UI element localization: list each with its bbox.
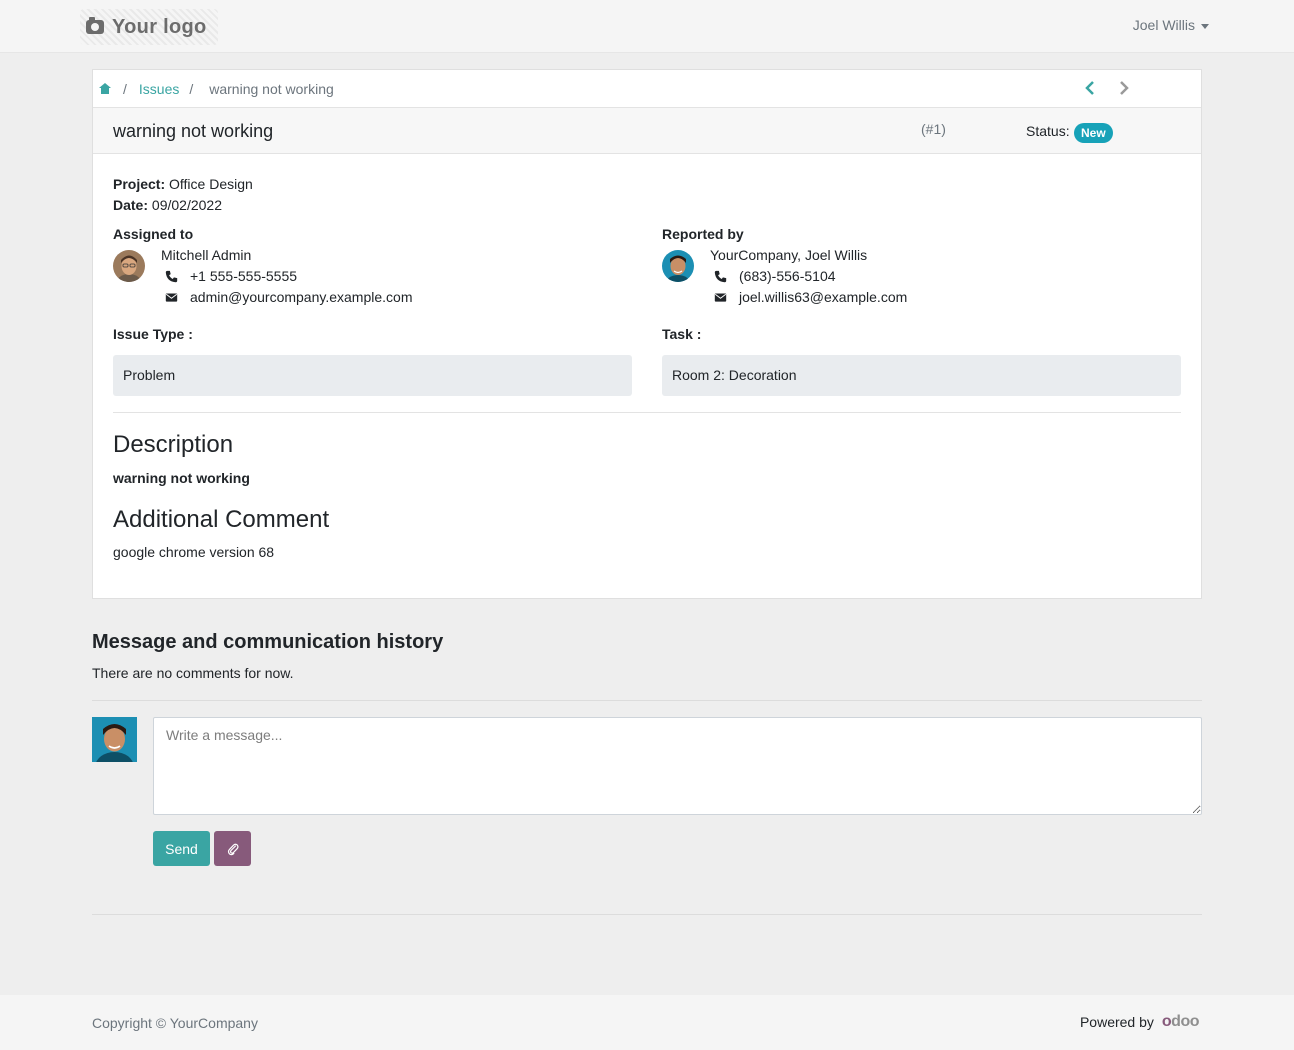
- assigned-to-label: Assigned to: [113, 226, 194, 242]
- additional-comment-heading: Additional Comment: [113, 506, 330, 533]
- issue-number: (#1): [921, 121, 946, 137]
- assignee-email-value: admin@yourcompany.example.com: [190, 289, 413, 305]
- phone-icon: [714, 270, 727, 282]
- issue-title: warning not working: [113, 121, 274, 141]
- company-logo[interactable]: Your logo: [80, 9, 218, 45]
- assignee-email: admin@yourcompany.example.com: [165, 289, 413, 305]
- attach-button[interactable]: [214, 831, 251, 866]
- camera-icon: [86, 17, 104, 34]
- composer-divider: [92, 914, 1202, 915]
- task-value: Room 2: Decoration: [662, 355, 1181, 396]
- paperclip-icon: [227, 843, 239, 855]
- date-label: Date:: [113, 197, 149, 213]
- task-label: Task :: [662, 326, 702, 342]
- user-menu[interactable]: Joel Willis: [1133, 17, 1209, 33]
- top-navbar: Your logo Joel Willis: [0, 0, 1294, 53]
- reported-by-label: Reported by: [662, 226, 744, 242]
- reporter-phone: (683)-556-5104: [714, 268, 836, 284]
- project-label: Project:: [113, 176, 166, 192]
- breadcrumb-separator: /: [123, 80, 127, 97]
- chevron-left-icon[interactable]: [1083, 80, 1097, 96]
- assignee-phone-value: +1 555-555-5555: [190, 268, 298, 284]
- assignee-name: Mitchell Admin: [161, 247, 252, 263]
- message-input[interactable]: [153, 717, 1202, 815]
- status-badge: New: [1074, 123, 1113, 143]
- additional-comment-text: google chrome version 68: [113, 544, 275, 560]
- breadcrumb: / Issues / warning not working: [93, 70, 1201, 108]
- reporter-name: YourCompany, Joel Willis: [710, 247, 868, 263]
- envelope-icon: [714, 292, 727, 302]
- composer-avatar: [92, 717, 137, 762]
- breadcrumb-separator: /: [189, 80, 194, 97]
- history-divider: [92, 700, 1202, 701]
- project-line: Project: Office Design: [113, 176, 253, 192]
- status-label: Status:: [1026, 123, 1070, 139]
- description-text: warning not working: [113, 470, 250, 486]
- assignee-avatar: [113, 250, 145, 282]
- date-line: Date: 09/02/2022: [113, 197, 222, 213]
- powered-by: Powered by odoo: [1079, 1013, 1200, 1031]
- no-comments-text: There are no comments for now.: [92, 665, 294, 681]
- envelope-icon: [165, 292, 178, 302]
- chevron-right-icon[interactable]: [1117, 80, 1131, 96]
- issue-header: warning not working (#1) Status: New: [93, 108, 1201, 154]
- assignee-phone: +1 555-555-5555: [165, 268, 297, 284]
- issue-type-value: Problem: [113, 355, 632, 396]
- breadcrumb-current: warning not working: [209, 80, 334, 97]
- issue-card: / Issues / warning not working warning n…: [92, 69, 1202, 599]
- user-name: Joel Willis: [1132, 17, 1195, 33]
- phone-icon: [165, 270, 178, 282]
- record-pager: [1083, 80, 1131, 96]
- description-heading: Description: [113, 431, 234, 458]
- section-divider: [113, 412, 1181, 413]
- reporter-phone-value: (683)-556-5104: [739, 268, 836, 284]
- caret-down-icon: [1201, 23, 1209, 29]
- reporter-email-value: joel.willis63@example.com: [739, 289, 908, 305]
- project-value: Office Design: [169, 176, 253, 192]
- reporter-avatar: [662, 250, 694, 282]
- copyright-text: Copyright © YourCompany: [92, 1015, 258, 1031]
- home-icon[interactable]: [99, 83, 111, 94]
- odoo-logo[interactable]: odoo: [1162, 1013, 1200, 1031]
- issue-type-label: Issue Type :: [113, 326, 193, 342]
- history-heading: Message and communication history: [92, 631, 444, 653]
- send-button[interactable]: Send: [153, 831, 210, 866]
- footer: Copyright © YourCompany Powered by odoo: [0, 995, 1294, 1050]
- date-value: 09/02/2022: [151, 197, 222, 213]
- reporter-email: joel.willis63@example.com: [714, 289, 907, 305]
- logo-text: Your logo: [112, 15, 207, 38]
- breadcrumb-issues-link[interactable]: Issues: [139, 81, 179, 97]
- powered-by-label: Powered by: [1079, 1014, 1154, 1030]
